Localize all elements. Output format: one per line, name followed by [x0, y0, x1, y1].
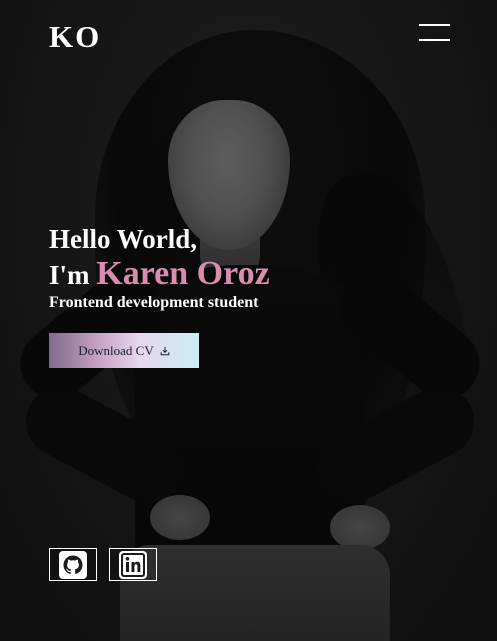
download-cv-label: Download CV [78, 342, 154, 358]
hero-background-photo [0, 0, 497, 641]
photo-overlay [0, 0, 497, 641]
menu-bar-top [419, 24, 450, 26]
linkedin-icon [119, 550, 147, 579]
menu-bar-bottom [419, 39, 450, 41]
intro-prefix: I'm [49, 260, 90, 290]
download-cv-button[interactable]: Download CV [49, 333, 199, 368]
hero-greeting: Hello World, [49, 224, 198, 254]
hero-role: Frontend development student [49, 294, 259, 311]
hero-name: Karen Oroz [96, 255, 270, 292]
github-icon [59, 550, 87, 579]
linkedin-link[interactable] [109, 548, 157, 581]
site-logo[interactable]: KO [49, 19, 101, 55]
hamburger-menu-icon[interactable] [419, 24, 450, 42]
hero-intro: Hello World, I'm Karen Oroz Frontend dev… [49, 222, 449, 313]
hero-intro-line: I'm Karen Oroz [49, 256, 449, 293]
download-icon [160, 346, 170, 355]
github-link[interactable] [49, 548, 97, 581]
